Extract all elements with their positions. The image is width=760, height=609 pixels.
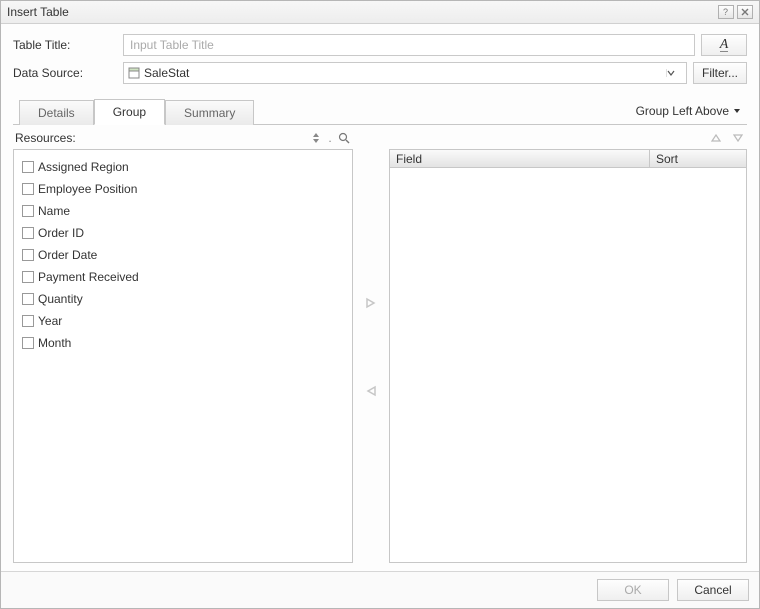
list-item-label: Order ID [38,226,84,240]
tabs-right: Group Left Above [632,102,747,124]
move-up-icon[interactable] [709,131,723,145]
add-arrow-right[interactable] [362,294,380,312]
sort-toggle-icon[interactable] [309,131,323,145]
list-item-label: Order Date [38,248,97,262]
help-button[interactable]: ? [718,5,734,19]
list-item[interactable]: Payment Received [22,266,344,288]
checkbox-icon[interactable] [22,249,34,261]
data-source-label: Data Source: [13,66,123,80]
resources-list[interactable]: Assigned Region Employee Position Name O… [13,149,353,563]
checkbox-icon[interactable] [22,227,34,239]
list-item-label: Employee Position [38,182,137,196]
group-position-label: Group Left Above [636,104,729,118]
filter-button[interactable]: Filter... [693,62,747,84]
list-item[interactable]: Order ID [22,222,344,244]
move-down-icon[interactable] [731,131,745,145]
separator-dot: . [327,131,333,145]
checkbox-icon[interactable] [22,161,34,173]
ok-button[interactable]: OK [597,579,669,601]
grid-body-empty [390,168,746,562]
column-header-field[interactable]: Field [390,150,650,167]
group-fields-panel: Field Sort [389,131,747,563]
chevron-down-icon [666,69,682,77]
grid-header: Field Sort [390,150,746,168]
dialog-content: Table Title: A Data Source: SaleStat Fil… [1,24,759,571]
list-item[interactable]: Order Date [22,244,344,266]
remove-arrow-left[interactable] [362,382,380,400]
tabs: Details Group Summary Group Left Above [13,98,747,125]
checkbox-icon[interactable] [22,183,34,195]
tab-group[interactable]: Group [94,99,165,125]
data-source-combo[interactable]: SaleStat [123,62,687,84]
chevron-down-icon [733,107,741,115]
list-item-label: Assigned Region [38,160,129,174]
transfer-arrows [353,131,389,563]
checkbox-icon[interactable] [22,293,34,305]
data-source-row: Data Source: SaleStat Filter... [13,62,747,84]
dialog-title: Insert Table [7,5,715,19]
list-item[interactable]: Assigned Region [22,156,344,178]
group-fields-grid[interactable]: Field Sort [389,149,747,563]
table-title-input[interactable] [123,34,695,56]
svg-text:?: ? [723,7,728,17]
search-icon[interactable] [337,131,351,145]
list-item[interactable]: Employee Position [22,178,344,200]
data-source-value: SaleStat [144,66,666,80]
checkbox-icon[interactable] [22,205,34,217]
dialog-footer: OK Cancel [1,571,759,608]
list-item-label: Quantity [38,292,83,306]
font-style-button[interactable]: A [701,34,747,56]
right-header [389,131,747,149]
list-item[interactable]: Name [22,200,344,222]
resources-panel: Resources: . Assigned Region Employee Po… [13,131,353,563]
close-button[interactable] [737,5,753,19]
cancel-button[interactable]: Cancel [677,579,749,601]
list-item[interactable]: Year [22,310,344,332]
table-title-label: Table Title: [13,38,123,52]
column-header-sort[interactable]: Sort [650,150,746,167]
resources-header: Resources: . [13,131,353,149]
tab-body: Resources: . Assigned Region Employee Po… [13,125,747,563]
tab-details[interactable]: Details [19,100,94,125]
checkbox-icon[interactable] [22,315,34,327]
list-item-label: Year [38,314,62,328]
resources-label: Resources: [15,131,305,145]
dialog-titlebar: Insert Table ? [1,1,759,24]
tab-summary[interactable]: Summary [165,100,254,125]
table-title-row: Table Title: A [13,34,747,56]
list-item[interactable]: Quantity [22,288,344,310]
checkbox-icon[interactable] [22,337,34,349]
group-position-dropdown[interactable]: Group Left Above [632,102,745,120]
dataset-icon [128,67,140,79]
list-item-label: Payment Received [38,270,139,284]
insert-table-dialog: Insert Table ? Table Title: A Data Sourc… [0,0,760,609]
checkbox-icon[interactable] [22,271,34,283]
list-item-label: Name [38,204,70,218]
list-item-label: Month [38,336,71,350]
list-item[interactable]: Month [22,332,344,354]
